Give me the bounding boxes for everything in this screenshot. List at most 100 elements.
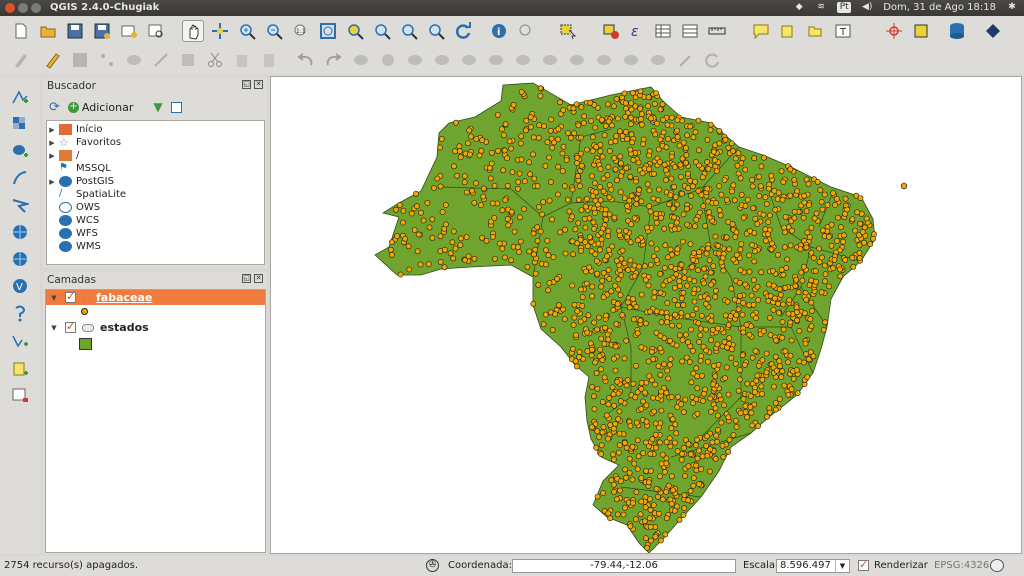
offset-curve-icon[interactable] (512, 49, 534, 71)
gps-icon[interactable] (883, 20, 905, 42)
browser-item-wms[interactable]: WMS (47, 240, 101, 253)
zoom-native-icon[interactable]: 1:1 (290, 20, 312, 42)
settings-gear-icon[interactable]: ✱ (1006, 2, 1018, 13)
simplify-icon[interactable] (350, 49, 372, 71)
new-shapefile-icon[interactable] (9, 329, 31, 351)
browser-tree[interactable]: ▶ Início ▶ ☆ Favoritos ▶ / ⚑ MSSQL ▶ PostGIS ∕… (46, 120, 265, 265)
map-tips-icon[interactable] (515, 20, 537, 42)
save-as-icon[interactable] (91, 20, 113, 42)
add-spatialite-layer-icon[interactable] (9, 167, 31, 189)
filter-icon[interactable]: ▼ (153, 100, 162, 114)
python-console-icon[interactable] (982, 20, 1004, 42)
rotate-feature-icon[interactable] (701, 49, 723, 71)
cut-icon[interactable] (204, 49, 226, 71)
map-canvas[interactable] (270, 76, 1022, 554)
add-feature-icon[interactable] (96, 49, 118, 71)
expand-arrow-icon[interactable]: ▶ (47, 152, 57, 160)
measure-icon[interactable] (706, 20, 728, 42)
crs-toggle-icon[interactable]: ✇ (426, 559, 439, 572)
move-feature-icon[interactable] (123, 49, 145, 71)
annotation-icon[interactable] (750, 20, 772, 42)
close-window-button[interactable] (5, 3, 15, 13)
add-postgis-layer-icon[interactable] (9, 140, 31, 162)
clock[interactable]: Dom, 31 de Ago 18:18 (883, 2, 996, 13)
float-panel-icon[interactable]: ◱ (242, 274, 251, 283)
dropbox-icon[interactable]: ◆ (793, 2, 805, 13)
render-checkbox[interactable] (858, 558, 869, 571)
db-manager-icon[interactable] (946, 20, 968, 42)
identify-icon[interactable]: i (488, 20, 510, 42)
open-project-icon[interactable] (37, 20, 59, 42)
browser-item-spatialite[interactable]: ∕ SpatiaLite (47, 188, 126, 201)
layer-row-fabaceae[interactable]: ▼ ◦◦ fabaceae (46, 290, 265, 305)
close-panel-icon[interactable]: ✕ (254, 274, 263, 283)
split-parts-icon[interactable] (566, 49, 588, 71)
browser-item-inicio[interactable]: ▶ Início (47, 123, 102, 136)
select-features-icon[interactable] (557, 20, 579, 42)
volume-icon[interactable]: ◀) (861, 2, 873, 13)
zoom-full-icon[interactable] (317, 20, 339, 42)
collapse-arrow-icon[interactable]: ▼ (49, 294, 59, 302)
zoom-last-icon[interactable] (398, 20, 420, 42)
field-calculator-icon[interactable] (679, 20, 701, 42)
browser-properties-icon[interactable] (170, 101, 182, 113)
current-edits-icon[interactable] (10, 49, 32, 71)
pan-to-selection-icon[interactable] (209, 20, 231, 42)
float-panel-icon[interactable]: ◱ (242, 80, 251, 89)
new-bookmark-icon[interactable] (777, 20, 799, 42)
merge-features-icon[interactable] (593, 49, 615, 71)
merge-attributes-icon[interactable] (620, 49, 642, 71)
expression-select-icon[interactable]: ε (625, 20, 647, 42)
delete-ring-icon[interactable] (431, 49, 453, 71)
layer-row-estados[interactable]: ▼ estados (46, 320, 265, 335)
reshape-icon[interactable] (485, 49, 507, 71)
new-spatialite-icon[interactable] (9, 358, 31, 380)
browser-item-root[interactable]: ▶ / (47, 149, 79, 162)
pan-hand-icon[interactable] (182, 20, 204, 42)
wifi-icon[interactable]: ≋ (815, 2, 827, 13)
expand-arrow-icon[interactable]: ▶ (47, 139, 57, 147)
add-ring-icon[interactable] (377, 49, 399, 71)
chevron-down-icon[interactable]: ▼ (835, 560, 849, 572)
crs-status-icon[interactable] (990, 559, 1004, 572)
browser-item-wfs[interactable]: WFS (47, 227, 98, 240)
new-composer-icon[interactable] (118, 20, 140, 42)
browser-item-mssql[interactable]: ⚑ MSSQL (47, 162, 111, 175)
zoom-to-selection-icon[interactable] (371, 20, 393, 42)
layer-name[interactable]: estados (100, 321, 149, 334)
text-annotation-icon[interactable]: T (832, 20, 854, 42)
delete-part-icon[interactable] (458, 49, 480, 71)
browser-item-ows[interactable]: OWS (47, 201, 100, 214)
paste-icon[interactable] (258, 49, 280, 71)
plugin-icon[interactable] (910, 20, 932, 42)
node-tool-icon[interactable] (150, 49, 172, 71)
layers-tree[interactable]: ▼ ◦◦ fabaceae ▼ estados (45, 289, 266, 553)
delete-selected-icon[interactable] (177, 49, 199, 71)
deselect-icon[interactable] (600, 20, 622, 42)
attribute-table-icon[interactable] (652, 20, 674, 42)
keyboard-layout-indicator[interactable]: Pt (837, 2, 852, 13)
add-vector-layer-icon[interactable] (9, 86, 31, 108)
redo-icon[interactable] (322, 49, 344, 71)
layer-name[interactable]: fabaceae (96, 291, 152, 304)
minimize-window-button[interactable] (18, 3, 28, 13)
composer-manager-icon[interactable] (145, 20, 167, 42)
add-raster-layer-icon[interactable] (9, 113, 31, 135)
save-project-icon[interactable] (64, 20, 86, 42)
crs-label[interactable]: EPSG:4326 (934, 560, 989, 571)
map-render[interactable] (271, 77, 1022, 554)
browser-item-postgis[interactable]: ▶ PostGIS (47, 175, 114, 188)
add-selected-button[interactable]: + Adicionar (67, 101, 133, 114)
coordinate-field[interactable]: -79.44,-12.06 (512, 559, 736, 573)
maximize-window-button[interactable] (31, 3, 41, 13)
close-panel-icon[interactable]: ✕ (254, 80, 263, 89)
browser-item-favoritos[interactable]: ▶ ☆ Favoritos (47, 136, 121, 149)
collapse-arrow-icon[interactable]: ▼ (49, 324, 59, 332)
undo-icon[interactable] (295, 49, 317, 71)
zoom-to-layer-icon[interactable] (344, 20, 366, 42)
split-features-icon[interactable] (539, 49, 561, 71)
refresh-browser-icon[interactable]: ⟳ (49, 100, 60, 115)
remove-layer-icon[interactable] (9, 384, 31, 406)
expand-arrow-icon[interactable]: ▶ (47, 126, 57, 134)
add-wfs-layer-icon[interactable]: V (9, 275, 31, 297)
